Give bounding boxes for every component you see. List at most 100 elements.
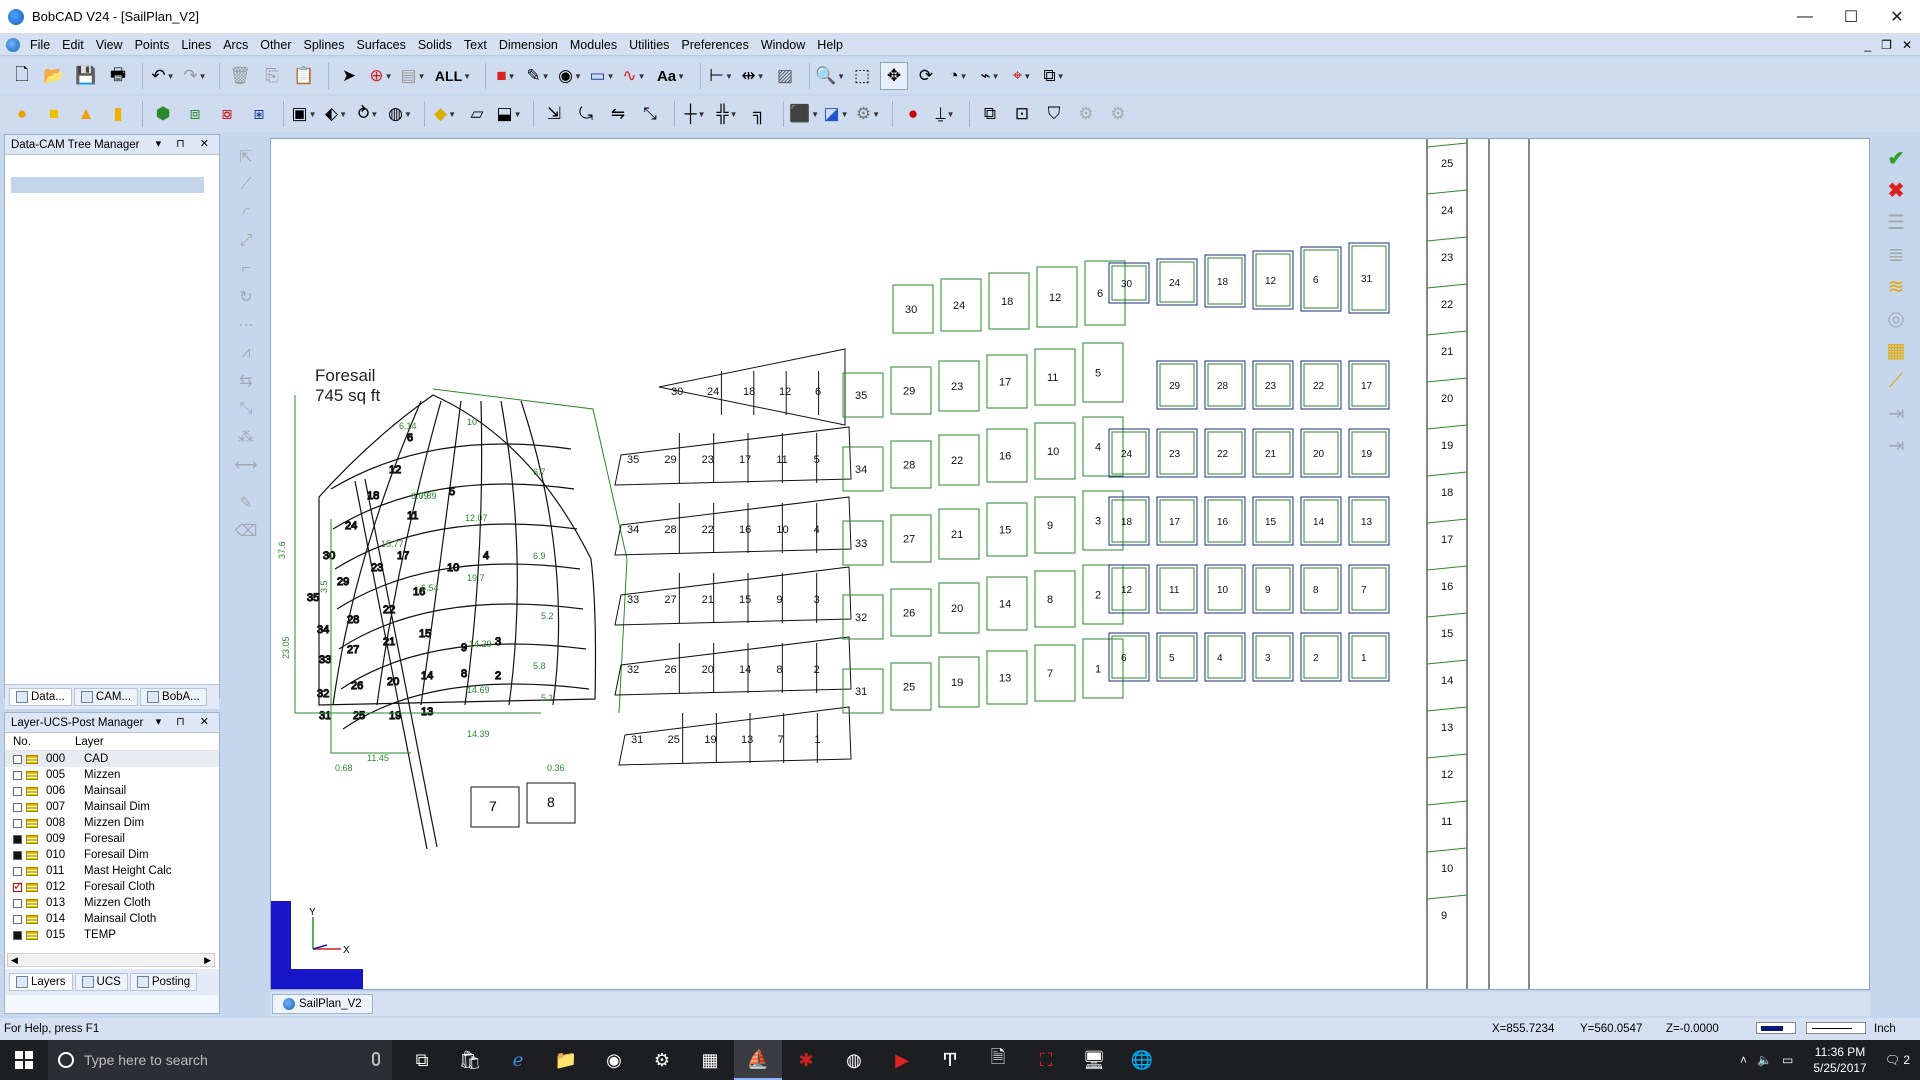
color-pick-icon[interactable]: ■ ▼ <box>492 62 520 90</box>
app-globe-icon[interactable]: 🌐 <box>1118 1040 1166 1080</box>
file-explorer-icon[interactable]: 📁 <box>542 1040 590 1080</box>
layer-visibility-checkbox[interactable] <box>13 898 22 908</box>
menu-utilities[interactable]: Utilities <box>623 38 675 52</box>
arrow-right2-icon[interactable]: ⇥ <box>1884 433 1908 457</box>
vtool-arc-icon[interactable]: ◜ <box>235 202 257 224</box>
boolean-intersect-icon[interactable]: ⧆ <box>245 100 273 128</box>
drawing-canvas[interactable]: Foresail 745 sq ft 6 12 18 24 30 35 11 17 23 29 5 1… <box>270 138 1870 990</box>
vtool-break-icon[interactable]: ⋯ <box>235 314 257 336</box>
foresail-drawing[interactable]: 6121824303511172329516222834101521273349… <box>306 394 597 850</box>
mdi-restore-button[interactable]: ❐ <box>1881 38 1892 52</box>
layer-row[interactable]: 013 Mizzen Cloth <box>5 895 219 911</box>
print-icon[interactable]: 🖶 <box>104 62 132 90</box>
layer-visibility-checkbox[interactable] <box>13 850 22 860</box>
surface-flat-icon[interactable]: ▱ <box>463 100 491 128</box>
paste-icon[interactable]: 📋 <box>290 62 318 90</box>
menu-edit[interactable]: Edit <box>56 38 90 52</box>
menu-other[interactable]: Other <box>254 38 297 52</box>
vtool-join-icon[interactable]: ⩘ <box>235 342 257 364</box>
zoom-window-icon[interactable]: ⬚ <box>848 62 876 90</box>
nested-panel[interactable] <box>1108 632 1150 682</box>
boolean-union-icon[interactable]: ⧈ <box>181 100 209 128</box>
microphone-icon[interactable] <box>372 1052 380 1066</box>
cloth-panel[interactable] <box>1082 342 1124 403</box>
menu-points[interactable]: Points <box>129 38 176 52</box>
menu-file[interactable]: File <box>24 38 56 52</box>
bobcad-app-icon[interactable] <box>8 8 24 25</box>
snap-icon[interactable]: ⌁ ▼ <box>976 62 1004 90</box>
cone-icon[interactable]: ▲ <box>72 100 100 128</box>
cloth-panel[interactable] <box>1034 496 1076 554</box>
copy-icon[interactable]: ⎘ <box>258 62 286 90</box>
layer-horizontal-scrollbar[interactable]: ◀ ▶ <box>7 953 215 967</box>
menu-dimension[interactable]: Dimension <box>493 38 564 52</box>
zoom-icon[interactable]: 🔍 ▼ <box>815 62 845 90</box>
nested-panel[interactable] <box>1156 632 1198 682</box>
cloth-panel[interactable] <box>1084 260 1126 326</box>
new-file-icon[interactable]: 🗋 <box>8 62 36 90</box>
menu-window[interactable]: Window <box>755 38 811 52</box>
arrow-right-icon[interactable]: ⇥ <box>1884 401 1908 425</box>
menu-text[interactable]: Text <box>458 38 493 52</box>
vtool-line-icon[interactable]: ⟋ <box>235 174 257 196</box>
scroll-right-icon[interactable]: ▶ <box>204 955 211 966</box>
nested-panel[interactable] <box>1252 564 1294 614</box>
vtool-stretch-icon[interactable]: ⟷ <box>235 454 258 476</box>
nested-panel[interactable] <box>1204 632 1246 682</box>
list-icon[interactable]: ☰ <box>1884 210 1908 234</box>
menu-surfaces[interactable]: Surfaces <box>350 38 411 52</box>
align-icon[interactable]: ⇹ ▼ <box>739 62 767 90</box>
shade-blue-icon[interactable]: ⬛ ▼ <box>789 100 819 128</box>
layer-visibility-checkbox[interactable] <box>13 754 22 764</box>
select-all-button[interactable]: ALL ▼ <box>431 62 475 90</box>
select-pointer-icon[interactable]: ➤ <box>335 62 363 90</box>
document-menu-icon[interactable] <box>6 37 20 52</box>
stack-icon[interactable]: ≣ <box>1884 242 1908 266</box>
app-arrow-icon[interactable]: ▶ <box>878 1040 926 1080</box>
layer-row[interactable]: 000 CAD <box>5 751 219 767</box>
cloth-panel[interactable] <box>1034 644 1076 702</box>
fillet-icon[interactable]: ╗ <box>745 100 773 128</box>
chrome-icon[interactable]: ◉ <box>590 1040 638 1080</box>
layer-row[interactable]: 005 Mizzen <box>5 767 219 783</box>
rotate-view-icon[interactable]: ⟳ <box>912 62 940 90</box>
circle-tool-icon[interactable]: ◉ ▼ <box>556 62 584 90</box>
tab-data[interactable]: Data... <box>9 688 72 706</box>
task-view-icon[interactable]: ⧉ <box>398 1040 446 1080</box>
analysis-icon[interactable]: ⚙ ▼ <box>854 100 882 128</box>
seam-line[interactable] <box>342 683 590 730</box>
app-gear-icon[interactable]: ⚙ <box>638 1040 686 1080</box>
sphere-icon[interactable]: ● <box>8 100 36 128</box>
color-swatch[interactable] <box>1756 1022 1796 1034</box>
nested-panel[interactable] <box>1252 632 1294 682</box>
cloth-panels-green[interactable]: 30 24 18 12 635 29 23 17 11 534 28 22 16 10 433 27 21 15 9… <box>842 260 1126 714</box>
probe-icon[interactable]: ⍊ ▼ <box>931 100 959 128</box>
transform-move-icon[interactable]: ⇲ <box>540 100 568 128</box>
layer-row[interactable]: 010 Foresail Dim <box>5 847 219 863</box>
settings-gear2-icon[interactable]: ⚙ <box>1104 100 1132 128</box>
rectangle-tool-icon[interactable]: ▭ ▼ <box>588 62 616 90</box>
nested-panel[interactable] <box>1348 564 1390 614</box>
menu-view[interactable]: View <box>90 38 129 52</box>
cloth-bands-outline[interactable]: 30 24 18 12 635 29 23 17 11 534 28 22 16 10 433 27 21 15 9… <box>614 348 852 766</box>
redo-icon[interactable]: ↷ ▼ <box>181 62 209 90</box>
extend-icon[interactable]: ╬ ▼ <box>713 100 741 128</box>
measure-icon[interactable]: ⟋ <box>1884 370 1908 393</box>
settings-gear-icon[interactable]: ⚙ <box>1072 100 1100 128</box>
mdi-minimize-button[interactable]: _ <box>1864 38 1871 52</box>
panel-pin-close-icons[interactable]: ▾ ⊓ ✕ <box>156 137 215 150</box>
layer-row[interactable]: 006 Mainsail <box>5 783 219 799</box>
cloth-strip-column[interactable]: 25 24 23 22 21 20 19 18 17 16 15 14 13 12 11 10 9 <box>1426 139 1530 990</box>
menu-help[interactable]: Help <box>811 38 849 52</box>
col-layer[interactable]: Layer <box>75 736 104 748</box>
panel-line[interactable] <box>420 400 462 706</box>
app-wheel-icon[interactable]: ◍ <box>830 1040 878 1080</box>
start-button[interactable] <box>0 1040 48 1080</box>
menu-solids[interactable]: Solids <box>412 38 458 52</box>
vtool-offset-icon[interactable]: ⤢ <box>235 230 257 252</box>
layer-frame-icon[interactable]: ⊡ <box>1008 100 1036 128</box>
open-folder-icon[interactable]: 📂 <box>40 62 68 90</box>
spline-tool-icon[interactable]: ∿ ▼ <box>620 62 648 90</box>
tab-posting[interactable]: Posting <box>129 973 198 991</box>
layer-visibility-checkbox[interactable] <box>13 930 22 940</box>
